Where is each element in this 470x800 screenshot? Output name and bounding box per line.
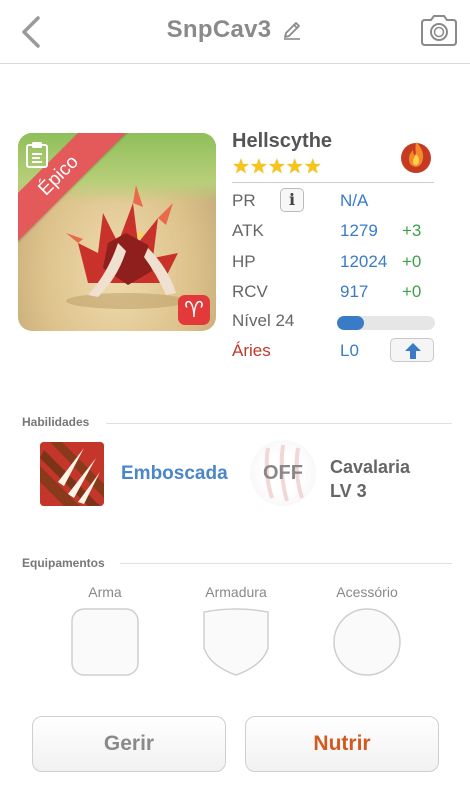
armor-label: Armadura bbox=[205, 584, 267, 600]
zodiac-upgrade-button[interactable] bbox=[390, 338, 434, 362]
passive-skill-icon[interactable]: OFF bbox=[250, 440, 316, 506]
stat-value: N/A bbox=[340, 191, 369, 210]
claw-slash-icon bbox=[40, 442, 104, 506]
zodiac-row: Áries L0 bbox=[232, 338, 442, 365]
stat-label: ATK bbox=[232, 221, 264, 240]
passive-skill-state: OFF bbox=[263, 462, 303, 484]
divider bbox=[120, 563, 452, 564]
equipment-section-title: Equipamentos bbox=[22, 556, 105, 570]
accessory-label: Acessório bbox=[336, 584, 398, 600]
passive-skill-label[interactable]: Cavalaria LV 3 bbox=[330, 455, 410, 503]
stat-value: 1279 bbox=[340, 221, 378, 240]
armor-slot[interactable] bbox=[202, 608, 270, 676]
monster-nickname: SnpCav3 bbox=[166, 16, 272, 43]
accessory-slot[interactable] bbox=[333, 608, 401, 676]
camera-button[interactable] bbox=[420, 13, 458, 47]
divider bbox=[106, 423, 452, 424]
clipboard-icon[interactable] bbox=[24, 141, 50, 169]
stat-row-hp: HP 12024 +0 bbox=[232, 252, 442, 276]
weapon-slot[interactable] bbox=[71, 608, 139, 676]
passive-skill-name: Cavalaria bbox=[330, 457, 411, 477]
passive-skill-level: LV 3 bbox=[330, 481, 367, 501]
pencil-icon[interactable] bbox=[281, 19, 303, 41]
level-row: Nível 24 bbox=[232, 311, 442, 335]
monster-name: Hellscythe bbox=[232, 130, 333, 152]
manage-button[interactable]: Gerir bbox=[32, 716, 226, 772]
stat-value: 12024 bbox=[340, 252, 388, 271]
info-button[interactable]: i bbox=[280, 188, 304, 212]
level-label: Nível 24 bbox=[232, 311, 295, 330]
fire-icon bbox=[401, 142, 431, 173]
top-bar: SnpCav3 bbox=[0, 0, 470, 64]
arrow-up-icon bbox=[405, 343, 421, 359]
stat-row-atk: ATK 1279 +3 bbox=[232, 221, 442, 245]
stat-bonus: +3 bbox=[402, 221, 422, 240]
stat-label: PR bbox=[232, 191, 256, 210]
feed-button[interactable]: Nutrir bbox=[245, 716, 439, 772]
stat-label: RCV bbox=[232, 282, 268, 301]
stat-bonus: +0 bbox=[402, 252, 422, 271]
zodiac-level: L0 bbox=[340, 341, 359, 360]
active-skill-icon[interactable] bbox=[40, 442, 104, 506]
stat-row-pr: PR i N/A bbox=[232, 188, 442, 215]
stat-value: 917 bbox=[340, 282, 369, 301]
monster-portrait[interactable]: Épico ♈ bbox=[18, 133, 216, 331]
active-skill-name[interactable]: Emboscada bbox=[121, 463, 228, 485]
stat-row-rcv: RCV 917 +0 bbox=[232, 282, 442, 306]
camera-icon bbox=[421, 15, 457, 46]
skills-section-title: Habilidades bbox=[22, 415, 90, 429]
stat-bonus: +0 bbox=[402, 282, 422, 301]
monster-detail-screen: SnpCav3 Épico ♈ Hellscythe ★★★★★ PR i N/… bbox=[0, 0, 470, 800]
page-title: SnpCav3 bbox=[0, 16, 470, 44]
zodiac-label: Áries bbox=[232, 341, 271, 360]
level-progress-bar bbox=[337, 316, 435, 330]
aries-zodiac-icon: ♈ bbox=[178, 295, 210, 325]
divider bbox=[232, 182, 434, 183]
weapon-label: Arma bbox=[88, 584, 122, 600]
level-progress-fill bbox=[337, 316, 365, 330]
stat-label: HP bbox=[232, 252, 256, 271]
star-rating: ★★★★★ bbox=[232, 156, 322, 178]
